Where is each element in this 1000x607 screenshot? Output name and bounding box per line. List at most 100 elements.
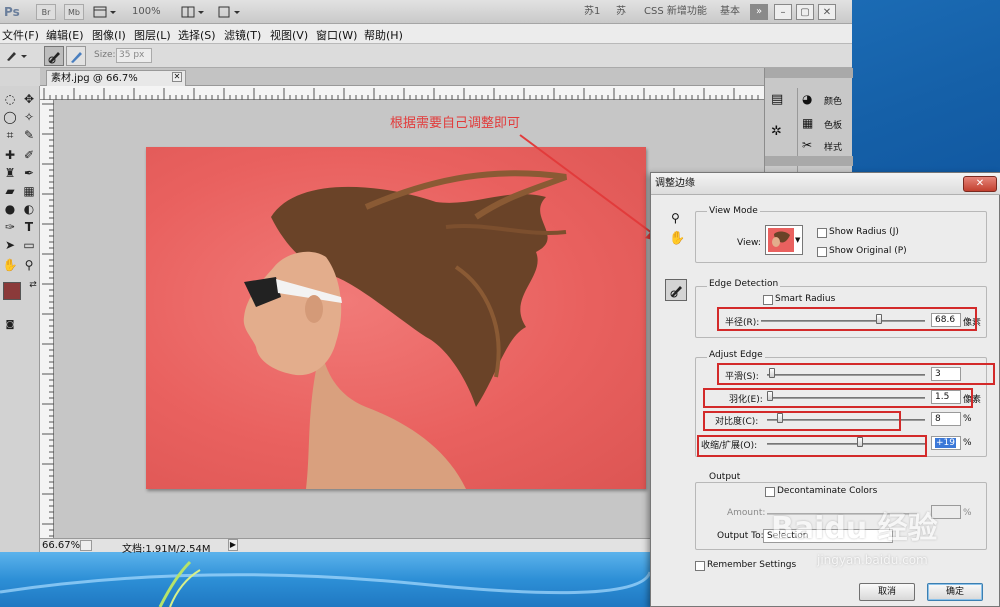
zoom-tool-icon[interactable]: ⚲	[671, 211, 680, 225]
hand-tool-icon[interactable]: ✋	[1, 256, 19, 274]
decontaminate-colors-checkbox[interactable]	[765, 487, 775, 497]
document-tab[interactable]: 素材.jpg @ 66.7%(RGB/8#) *	[46, 70, 186, 99]
menu-window[interactable]: 窗口(W)	[316, 27, 357, 43]
swatches-panel-icon[interactable]: ▦	[802, 116, 813, 130]
swatches-panel-label[interactable]: 色板	[824, 118, 842, 131]
bridge-button[interactable]: Br	[36, 4, 56, 20]
workspace-su[interactable]: 苏	[616, 4, 626, 20]
magic-wand-tool-icon[interactable]: ✧	[20, 108, 38, 126]
show-original-checkbox[interactable]	[817, 247, 827, 257]
eyedropper-tool-icon[interactable]: ✎	[20, 126, 38, 144]
status-preview-icon[interactable]	[80, 540, 92, 551]
eraser-tool-icon[interactable]: ▰	[1, 182, 19, 200]
view-mode-label: View Mode	[707, 206, 760, 216]
crop-tool-icon[interactable]: ⌗	[1, 126, 19, 144]
show-radius-checkbox[interactable]	[817, 228, 827, 238]
ps-logo: Ps	[4, 5, 20, 19]
panel-dock-header-2	[765, 156, 853, 166]
screen-mode-dropdown[interactable]	[216, 4, 242, 20]
swap-colors-icon[interactable]: ⇄	[24, 276, 42, 294]
shape-tool-icon[interactable]: ▭	[20, 236, 38, 254]
menu-bar: 文件(F) 编辑(E) 图像(I) 图层(L) 选择(S) 滤镜(T) 视图(V…	[0, 24, 852, 44]
zoom-tool-icon[interactable]: ⚲	[20, 256, 38, 274]
menu-file[interactable]: 文件(F)	[2, 27, 39, 43]
actions-panel-icon[interactable]: ✲	[771, 124, 789, 142]
zoom-readout[interactable]: 66.67%	[42, 540, 80, 551]
workspace-basic[interactable]: 基本	[720, 4, 740, 20]
output-to-value: Selection	[767, 531, 809, 541]
zoom-level-select[interactable]: 100%	[132, 4, 161, 20]
ok-button[interactable]: 确定	[927, 583, 983, 601]
close-icon[interactable]: ✕	[818, 4, 836, 20]
dialog-close-icon[interactable]: ✕	[963, 176, 997, 192]
restore-icon[interactable]: ▢	[796, 4, 814, 20]
type-tool-icon[interactable]: T	[20, 218, 38, 236]
menu-select[interactable]: 选择(S)	[178, 27, 216, 43]
brush-tool-icon[interactable]: ✐	[20, 146, 38, 164]
refine-radius-tool-button[interactable]	[44, 46, 64, 66]
smart-radius-label: Smart Radius	[775, 294, 836, 304]
styles-panel-label[interactable]: 样式	[824, 140, 842, 153]
path-selection-tool-icon[interactable]: ➤	[1, 236, 19, 254]
document-image[interactable]	[146, 147, 646, 489]
menu-edit[interactable]: 编辑(E)	[46, 27, 84, 43]
size-field[interactable]: 35 px	[116, 48, 152, 63]
remember-settings-checkbox[interactable]	[695, 561, 705, 571]
tools-panel: ◌ ✥ ◯ ✧ ⌗ ✎ ✚ ✐ ♜ ✒ ▰ ▦ ● ◐ ✑ T ➤ ▭ ✋ ⚲ …	[0, 86, 40, 552]
view-dropdown-arrow-icon[interactable]: ▼	[795, 236, 800, 244]
menu-layer[interactable]: 图层(L)	[134, 27, 171, 43]
dodge-tool-icon[interactable]: ◐	[20, 200, 38, 218]
more-workspaces-icon[interactable]: »	[750, 4, 768, 20]
view-thumbnail	[768, 228, 794, 252]
healing-brush-tool-icon[interactable]: ✚	[1, 146, 19, 164]
history-panel-icon[interactable]: ▤	[771, 92, 789, 110]
smart-radius-checkbox[interactable]	[763, 295, 773, 305]
color-panel-label[interactable]: 颜色	[824, 94, 842, 107]
view-mode-picker[interactable]: ▼	[765, 225, 803, 255]
pen-tool-icon[interactable]: ✑	[1, 218, 19, 236]
move-tool-icon[interactable]: ✥	[20, 90, 38, 108]
arrange-documents-dropdown[interactable]	[180, 4, 206, 20]
show-radius-label: Show Radius (J)	[829, 227, 899, 237]
dialog-title-bar: 调整边缘	[651, 173, 1000, 195]
workspace-su1[interactable]: 苏1	[584, 4, 600, 20]
erase-refinements-tool-button[interactable]	[66, 46, 86, 66]
contrast-unit: %	[963, 414, 972, 424]
menu-image[interactable]: 图像(I)	[92, 27, 126, 43]
vertical-ruler	[40, 100, 54, 538]
status-menu-arrow-icon[interactable]: ▶	[228, 539, 238, 551]
decontaminate-colors-label: Decontaminate Colors	[777, 486, 878, 496]
minimize-icon[interactable]: –	[774, 4, 792, 20]
amount-unit: %	[963, 508, 972, 518]
foreground-color-swatch[interactable]	[3, 282, 21, 300]
shift-edge-field[interactable]: +19	[931, 436, 961, 450]
cancel-button[interactable]: 取消	[859, 583, 915, 601]
gradient-tool-icon[interactable]: ▦	[20, 182, 38, 200]
refine-radius-tool-button[interactable]	[665, 279, 687, 301]
view-extras-dropdown[interactable]	[92, 4, 118, 20]
menu-help[interactable]: 帮助(H)	[364, 27, 403, 43]
tool-preset-picker[interactable]	[4, 48, 32, 64]
amount-slider-track[interactable]	[767, 513, 917, 515]
workspace-css[interactable]: CSS 新增功能	[644, 4, 707, 20]
styles-panel-icon[interactable]: ✂	[802, 138, 812, 152]
application-bar: Ps Br Mb 100% 苏1 苏 CSS 新增功能 基本 » – ▢ ✕	[0, 0, 852, 24]
contrast-field[interactable]: 8	[931, 412, 961, 426]
output-to-select[interactable]: Selection	[763, 529, 893, 543]
document-close-icon[interactable]: ✕	[172, 72, 182, 82]
amount-field[interactable]	[931, 505, 961, 519]
menu-view[interactable]: 视图(V)	[270, 27, 308, 43]
output-to-label: Output To:	[717, 531, 764, 541]
clone-stamp-tool-icon[interactable]: ♜	[1, 164, 19, 182]
annotation-text: 根据需要自己调整即可	[390, 116, 521, 131]
hand-tool-icon[interactable]: ✋	[669, 231, 685, 246]
marquee-tool-icon[interactable]: ◌	[1, 90, 19, 108]
size-label: Size:	[94, 50, 116, 60]
mini-bridge-button[interactable]: Mb	[64, 4, 84, 20]
history-brush-tool-icon[interactable]: ✒	[20, 164, 38, 182]
lasso-tool-icon[interactable]: ◯	[1, 108, 19, 126]
color-panel-icon[interactable]: ◕	[802, 92, 812, 106]
quick-mask-icon[interactable]: ◙	[1, 316, 19, 334]
blur-tool-icon[interactable]: ●	[1, 200, 19, 218]
menu-filter[interactable]: 滤镜(T)	[224, 27, 261, 43]
